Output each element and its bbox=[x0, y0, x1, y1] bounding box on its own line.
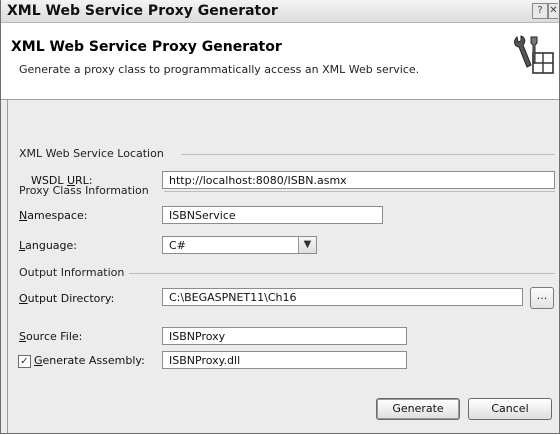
namespace-label: Namespace: bbox=[19, 209, 88, 222]
header-description: Generate a proxy class to programmatical… bbox=[19, 63, 420, 76]
generate-assembly-label[interactable]: Generate Assembly: bbox=[34, 354, 145, 367]
language-selected-value: C# bbox=[169, 239, 186, 252]
location-divider bbox=[181, 154, 555, 155]
chevron-down-icon[interactable]: ▼ bbox=[298, 237, 316, 253]
proxy-divider bbox=[164, 191, 555, 192]
generate-assembly-checkbox[interactable]: ✓ bbox=[18, 355, 31, 368]
output-section-title: Output Information bbox=[19, 266, 125, 279]
output-divider bbox=[129, 273, 555, 274]
location-section-title: XML Web Service Location bbox=[19, 147, 164, 160]
dialog-header: XML Web Service Proxy Generator Generate… bbox=[1, 23, 559, 100]
proxy-tools-icon bbox=[511, 33, 555, 75]
window-title: XML Web Service Proxy Generator bbox=[7, 3, 278, 19]
wsdl-url-input[interactable]: http://localhost:8080/ISBN.asmx bbox=[162, 171, 555, 189]
header-title: XML Web Service Proxy Generator bbox=[11, 39, 282, 55]
source-file-label: Source File: bbox=[19, 330, 83, 343]
browse-button[interactable]: ... bbox=[530, 287, 554, 309]
source-file-input[interactable]: ISBNProxy bbox=[162, 327, 407, 345]
proxy-section-title: Proxy Class Information bbox=[19, 184, 149, 197]
language-select[interactable]: C# ▼ bbox=[162, 236, 317, 254]
output-directory-label: Output Directory: bbox=[19, 292, 115, 305]
help-button[interactable]: ? bbox=[532, 3, 548, 19]
language-label: Language: bbox=[19, 239, 78, 252]
left-border bbox=[7, 100, 8, 433]
generate-button[interactable]: Generate bbox=[376, 398, 460, 420]
assembly-name-input[interactable]: ISBNProxy.dll bbox=[162, 351, 407, 369]
namespace-input[interactable]: ISBNService bbox=[162, 206, 383, 224]
cancel-button[interactable]: Cancel bbox=[468, 398, 552, 420]
dialog-window: XML Web Service Proxy Generator ? ✕ XML … bbox=[0, 0, 560, 434]
output-directory-input[interactable]: C:\BEGASPNET11\Ch16 bbox=[162, 288, 523, 306]
close-button[interactable]: ✕ bbox=[548, 3, 558, 19]
title-bar[interactable]: XML Web Service Proxy Generator ? ✕ bbox=[1, 0, 559, 23]
